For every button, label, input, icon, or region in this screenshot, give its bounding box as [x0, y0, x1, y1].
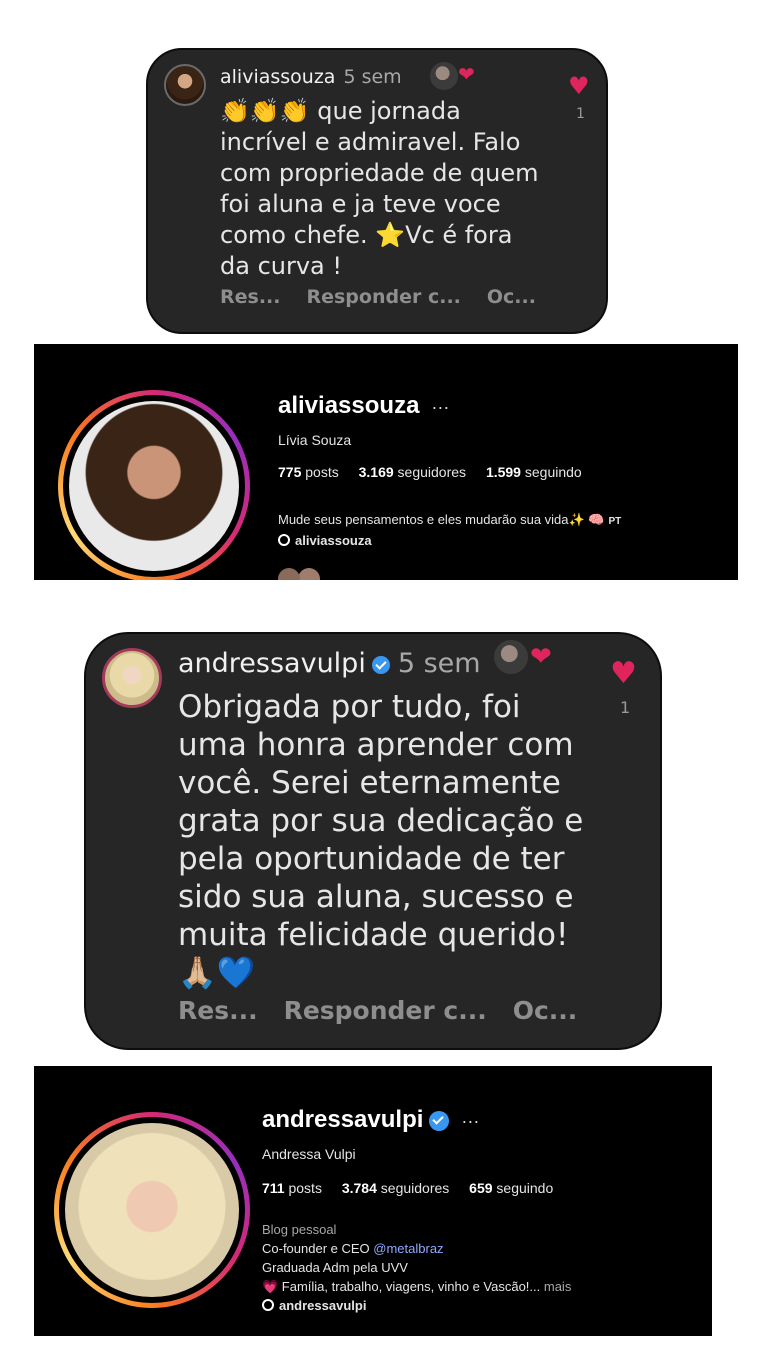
profile-bio: Blog pessoal Co-founder e CEO @metalbraz… — [262, 1220, 571, 1315]
avatar[interactable] — [164, 64, 206, 106]
username-text: andressavulpi — [262, 1106, 424, 1133]
like-count: 1 — [576, 106, 585, 122]
translate-badge[interactable]: PT — [609, 516, 622, 527]
followers-count[interactable]: 3.784 seguidores — [342, 1180, 449, 1196]
bio-more-link[interactable]: mais — [544, 1279, 571, 1294]
hide-button[interactable]: Oc... — [487, 286, 536, 308]
comment-line: 🙏🏼💙 — [178, 955, 256, 991]
more-options-icon[interactable]: ··· — [431, 397, 449, 417]
comment-line: você. Serei eternamente — [178, 765, 561, 801]
profile-panel-aliviassouza: aliviassouza ··· Lívia Souza 775 posts 3.… — [34, 344, 738, 580]
profile-photo — [65, 1123, 239, 1297]
story-ring[interactable] — [54, 1112, 250, 1308]
following-count[interactable]: 1.599 seguindo — [486, 464, 582, 480]
bio-line: 💗 Família, trabalho, viagens, vinho e Va… — [262, 1279, 572, 1294]
comment-line: grata por sua dedicação e — [178, 803, 584, 839]
mention-link[interactable]: @metalbraz — [373, 1241, 443, 1256]
reply-with-button[interactable]: Responder c... — [306, 286, 460, 308]
posts-count[interactable]: 775 posts — [278, 464, 339, 480]
like-count: 1 — [620, 698, 631, 717]
comment-time: 5 sem — [397, 648, 481, 679]
verified-badge-icon — [429, 1110, 450, 1131]
profile-display-name: Lívia Souza — [278, 432, 352, 448]
like-heart-icon[interactable]: ♥ — [568, 72, 590, 100]
comment-actions: Res... Responder c... Oc... — [178, 996, 603, 1025]
creator-avatar-mini — [430, 62, 458, 90]
more-options-icon[interactable]: ··· — [461, 1111, 479, 1131]
comment-line: foi aluna e ja teve voce — [220, 190, 501, 218]
profile-display-name: Andressa Vulpi — [262, 1146, 356, 1162]
followers-count[interactable]: 3.169 seguidores — [359, 464, 466, 480]
comment-line: 👏👏👏 que jornada — [220, 97, 461, 125]
verified-badge-icon — [371, 655, 390, 674]
avatar[interactable] — [102, 648, 162, 708]
profile-stats: 711 posts 3.784 seguidores 659 seguindo — [262, 1180, 569, 1196]
comment-line: muita felicidade querido! — [178, 917, 569, 953]
comment-line: incrível e admiravel. Falo — [220, 128, 521, 156]
comment-line: Obrigada por tudo, foi — [178, 689, 521, 725]
threads-link[interactable]: aliviassouza — [278, 531, 621, 550]
comment-header: andressavulpi 5 sem — [178, 648, 481, 679]
comment-line: com propriedade de quem — [220, 159, 539, 187]
bio-line: Graduada Adm pela UVV — [262, 1260, 408, 1275]
comment-card-aliviassouza: aliviassouza 5 sem ❤ 👏👏👏 que jornada incr… — [146, 48, 608, 334]
comment-line: uma honra aprender com — [178, 727, 574, 763]
creator-avatar-mini — [494, 640, 528, 674]
profile-stats: 775 posts 3.169 seguidores 1.599 seguind… — [278, 464, 598, 480]
posts-count[interactable]: 711 posts — [262, 1180, 322, 1196]
profile-panel-andressavulpi: andressavulpi ··· Andressa Vulpi 711 post… — [34, 1066, 712, 1336]
like-heart-icon[interactable]: ♥ — [610, 656, 637, 691]
story-highlights-avatars[interactable] — [278, 568, 300, 580]
bio-line: Mude seus pensamentos e eles mudarão sua… — [278, 512, 605, 527]
comment-text: 👏👏👏 que jornada incrível e admiravel. Fa… — [220, 96, 540, 282]
comment-text: Obrigada por tudo, foi uma honra aprende… — [178, 688, 598, 992]
comment-actions: Res... Responder c... Oc... — [220, 286, 562, 308]
profile-bio: Mude seus pensamentos e eles mudarão sua… — [278, 510, 621, 550]
comment-card-andressavulpi: andressavulpi 5 sem ❤ Obrigada por tudo, … — [84, 632, 662, 1050]
creator-liked-heart-icon: ❤ — [458, 62, 475, 86]
bio-line: Co-founder e CEO @metalbraz — [262, 1241, 444, 1256]
comment-time: 5 sem — [343, 66, 402, 88]
comment-line: pela oportunidade de ter — [178, 841, 565, 877]
comment-username[interactable]: andressavulpi — [178, 648, 366, 679]
profile-username: aliviassouza ··· — [278, 392, 449, 420]
username-text: aliviassouza — [278, 392, 420, 419]
comment-line: da curva ! — [220, 252, 343, 280]
threads-icon — [278, 534, 290, 546]
comment-header: aliviassouza 5 sem — [220, 66, 402, 88]
reply-button[interactable]: Res... — [220, 286, 280, 308]
threads-icon — [262, 1299, 274, 1311]
hide-button[interactable]: Oc... — [513, 996, 578, 1025]
reply-with-button[interactable]: Responder c... — [284, 996, 487, 1025]
profile-username: andressavulpi ··· — [262, 1106, 479, 1134]
creator-liked-heart-icon: ❤ — [530, 642, 552, 672]
comment-username[interactable]: aliviassouza — [220, 66, 335, 88]
reply-button[interactable]: Res... — [178, 996, 258, 1025]
comment-line: como chefe. ⭐Vc é fora — [220, 221, 513, 249]
story-ring[interactable] — [58, 390, 250, 580]
profile-photo — [69, 401, 239, 571]
threads-link[interactable]: andressavulpi — [262, 1296, 571, 1315]
comment-line: sido sua aluna, sucesso e — [178, 879, 574, 915]
following-count[interactable]: 659 seguindo — [469, 1180, 553, 1196]
profile-category: Blog pessoal — [262, 1222, 337, 1237]
